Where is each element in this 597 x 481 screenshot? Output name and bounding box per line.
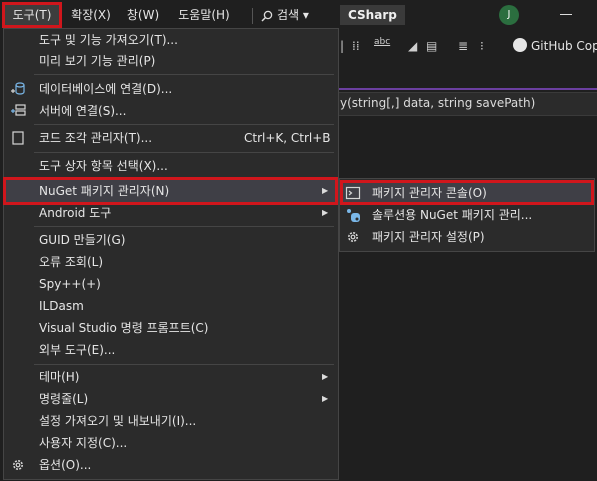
format-icon[interactable]: ◢ [408, 39, 417, 53]
menu-item-label: 미리 보기 기능 관리(P) [39, 54, 156, 68]
spellcheck-icon[interactable]: abc [374, 37, 390, 47]
server-connect-icon [11, 104, 26, 116]
menu-item-label: Spy++(+) [39, 277, 101, 291]
comment-icon[interactable]: ⁞⁞ [352, 39, 360, 53]
search-button[interactable]: 검색 ▾ [261, 3, 309, 27]
menu-item-label: GUID 만들기(G) [39, 233, 126, 247]
menu-item-customize[interactable]: 사용자 지정(C)... [4, 432, 338, 454]
menu-item-command-line[interactable]: 명령줄(L) ▶ [4, 388, 338, 410]
search-icon [261, 10, 273, 22]
menubar-divider [252, 8, 253, 24]
menu-item-label: 오류 조회(L) [39, 255, 104, 269]
nuget-icon [347, 209, 360, 222]
menu-item-create-guid[interactable]: GUID 만들기(G) [4, 229, 338, 251]
avatar[interactable]: J [499, 5, 519, 25]
menu-item-label: 코드 조각 관리자(T)... [39, 131, 153, 145]
submenu-item-manage-nuget-for-solution[interactable]: 솔루션용 NuGet 패키지 관리... [340, 204, 594, 226]
menu-bar: 도구(T) 확장(X) 창(W) 도움말(H) 검색 ▾ CSharp J [0, 0, 597, 30]
menu-item-shortcut: Ctrl+K, Ctrl+B [244, 131, 331, 145]
menu-item-import-export-settings[interactable]: 설정 가져오기 및 내보내기(I)... [4, 410, 338, 432]
menu-item-snippets-manager[interactable]: 코드 조각 관리자(T)... Ctrl+K, Ctrl+B [4, 127, 338, 149]
menu-item-label: ILDasm [39, 299, 84, 313]
menu-item-label: 데이터베이스에 연결(D)... [39, 82, 173, 96]
indent-icon[interactable]: ≣ [458, 39, 468, 53]
menu-item-android-tools[interactable]: Android 도구 ▶ [4, 202, 338, 224]
menu-item-vs-command-prompt[interactable]: Visual Studio 명령 프롬프트(C) [4, 317, 338, 339]
github-copilot-button[interactable]: GitHub Cop [513, 38, 597, 53]
nuget-highlight-box [3, 177, 338, 205]
editor-signature-bar: y(string[,] data, string savePath) [338, 92, 597, 116]
console-highlight-box [340, 180, 594, 205]
github-icon [513, 38, 527, 52]
menu-item-label: Visual Studio 명령 프롬프트(C) [39, 321, 209, 335]
menu-item-connect-database[interactable]: 데이터베이스에 연결(D)... [4, 78, 338, 100]
menu-item-error-lookup[interactable]: 오류 조회(L) [4, 251, 338, 273]
submenu-item-package-manager-settings[interactable]: 패키지 관리자 설정(P) [340, 226, 594, 248]
gear-icon [13, 460, 23, 470]
submenu-item-label: 패키지 관리자 설정(P) [372, 230, 485, 244]
outdent-icon[interactable]: ⁝ [480, 39, 484, 53]
menu-item-label: 명령줄(L) [39, 392, 89, 406]
menu-item-label: 외부 도구(E)... [39, 343, 116, 357]
menu-item-preview-features[interactable]: 미리 보기 기능 관리(P) [4, 50, 338, 72]
menu-item-get-tools[interactable]: 도구 및 기능 가져오기(T)... [4, 29, 338, 51]
submenu-arrow-icon: ▶ [322, 208, 329, 217]
menu-item-label: Android 도구 [39, 206, 112, 220]
menu-tools[interactable]: 도구(T) [2, 2, 62, 28]
menu-item-connect-server[interactable]: 서버에 연결(S)... [4, 100, 338, 122]
toolbar-divider-icon: | [340, 39, 345, 53]
database-connect-icon [11, 82, 25, 95]
menu-help[interactable]: 도움말(H) [172, 3, 236, 27]
submenu-arrow-icon: ▶ [322, 394, 329, 403]
menu-item-label: 도구 상자 항목 선택(X)... [39, 159, 168, 173]
menu-item-label: 사용자 지정(C)... [39, 436, 128, 450]
search-label: 검색 ▾ [277, 8, 309, 22]
menu-window[interactable]: 창(W) [123, 3, 163, 27]
github-copilot-label: GitHub Cop [531, 39, 597, 53]
clipboard-icon[interactable]: ▤ [426, 39, 437, 53]
menu-separator [34, 124, 334, 125]
menu-item-label: 도구 및 기능 가져오기(T)... [39, 33, 178, 47]
editor-tab-accent [338, 88, 597, 90]
menu-extensions[interactable]: 확장(X) [68, 3, 114, 27]
menu-item-spy[interactable]: Spy++(+) [4, 273, 338, 295]
menu-separator [34, 226, 334, 227]
menu-item-label: 테마(H) [39, 370, 80, 384]
solution-name: CSharp [340, 5, 405, 25]
gear-icon [348, 232, 358, 242]
menu-item-label: 설정 가져오기 및 내보내기(I)... [39, 414, 197, 428]
minimize-icon[interactable] [560, 14, 572, 15]
tools-menu: 도구 및 기능 가져오기(T)... 미리 보기 기능 관리(P) 데이터베이스… [3, 28, 339, 480]
submenu-arrow-icon: ▶ [322, 372, 329, 381]
menu-item-options[interactable]: 옵션(O)... [4, 454, 338, 476]
code-snippet-icon [12, 131, 24, 145]
menu-separator [34, 364, 334, 365]
menu-separator [34, 74, 334, 75]
menu-separator [34, 152, 334, 153]
method-signature: y(string[,] data, string savePath) [340, 96, 536, 110]
submenu-item-label: 솔루션용 NuGet 패키지 관리... [372, 208, 533, 222]
menu-item-label: 서버에 연결(S)... [39, 104, 127, 118]
menu-item-external-tools[interactable]: 외부 도구(E)... [4, 339, 338, 361]
menu-item-choose-toolbox-items[interactable]: 도구 상자 항목 선택(X)... [4, 155, 338, 177]
menu-item-label: 옵션(O)... [39, 458, 92, 472]
menu-item-ildasm[interactable]: ILDasm [4, 295, 338, 317]
menu-item-theme[interactable]: 테마(H) ▶ [4, 366, 338, 388]
